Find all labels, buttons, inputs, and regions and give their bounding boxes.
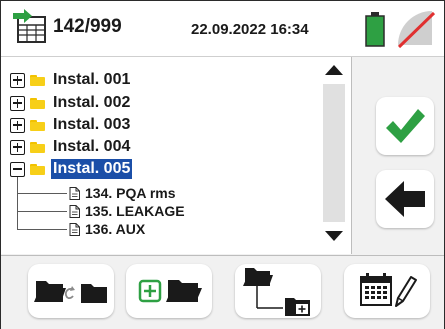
tree-connector xyxy=(17,229,67,230)
folder-add-icon xyxy=(138,279,202,303)
calendar-edit-icon xyxy=(360,273,417,307)
folder-icon xyxy=(30,141,45,153)
tree-file-row[interactable]: 135. LEAKAGE xyxy=(69,202,185,220)
expand-icon[interactable] xyxy=(10,139,25,155)
folder-icon xyxy=(30,74,45,86)
folder-label: Instal. 003 xyxy=(53,116,131,133)
file-label: 136. AUX xyxy=(85,221,146,237)
file-label: 135. LEAKAGE xyxy=(85,203,185,219)
file-label: 134. PQA rms xyxy=(85,185,176,201)
scroll-up-icon[interactable] xyxy=(324,63,344,77)
folder-label: Instal. 004 xyxy=(53,138,131,155)
battery-icon xyxy=(365,12,385,47)
expand-icon[interactable] xyxy=(10,95,25,111)
collapse-icon[interactable] xyxy=(10,161,25,177)
folder-swap-icon xyxy=(34,281,107,303)
tree-folder-row[interactable]: Instal. 001 xyxy=(10,69,132,91)
wifi-off-icon xyxy=(397,11,436,49)
expand-icon[interactable] xyxy=(10,72,25,88)
tree-folder-row-selected[interactable]: Instal. 005 xyxy=(10,158,133,180)
new-folder-button[interactable] xyxy=(126,264,212,318)
folder-icon xyxy=(30,163,45,175)
edit-date-button[interactable] xyxy=(344,264,430,318)
file-icon xyxy=(69,186,80,200)
memory-count: 142/999 xyxy=(53,16,122,37)
subfolder-add-icon xyxy=(243,268,310,316)
tree-folder-row[interactable]: Instal. 004 xyxy=(10,136,132,158)
scroll-track[interactable] xyxy=(323,84,345,222)
tree-connector xyxy=(17,193,67,194)
tree-connector xyxy=(17,211,67,212)
instrument-screen: 142/999 22.09.2022 16:34 Instal. 001 Ins… xyxy=(0,0,445,329)
confirm-button[interactable] xyxy=(376,97,434,155)
tree-connector xyxy=(17,177,18,230)
file-icon xyxy=(69,204,80,218)
tree-folder-row[interactable]: Instal. 002 xyxy=(10,92,132,114)
folder-label: Instal. 002 xyxy=(53,94,131,111)
date-time: 22.09.2022 16:34 xyxy=(191,21,309,38)
tree-folder-row[interactable]: Instal. 003 xyxy=(10,114,132,136)
tree-file-row[interactable]: 134. PQA rms xyxy=(69,184,176,202)
folder-tree[interactable]: Instal. 001 Instal. 002 Instal. 003 Inst… xyxy=(1,57,352,254)
tree-scrollbar[interactable] xyxy=(319,57,349,253)
checkmark-icon xyxy=(386,109,425,143)
folder-icon xyxy=(30,97,45,109)
folder-label: Instal. 001 xyxy=(53,71,131,88)
status-header: 142/999 22.09.2022 16:34 xyxy=(1,1,444,58)
folder-icon xyxy=(30,119,45,131)
side-button-panel xyxy=(352,57,444,254)
arrow-left-icon xyxy=(385,181,425,217)
tree-file-row[interactable]: 136. AUX xyxy=(69,220,145,238)
back-button[interactable] xyxy=(376,170,434,228)
bottom-toolbar xyxy=(1,255,444,329)
expand-icon[interactable] xyxy=(10,117,25,133)
scroll-down-icon[interactable] xyxy=(324,229,344,243)
rename-folder-button[interactable] xyxy=(28,264,114,318)
memory-icon xyxy=(13,9,46,43)
new-subfolder-button[interactable] xyxy=(235,264,321,318)
file-icon xyxy=(69,222,80,236)
folder-label-selected: Instal. 005 xyxy=(51,159,133,179)
